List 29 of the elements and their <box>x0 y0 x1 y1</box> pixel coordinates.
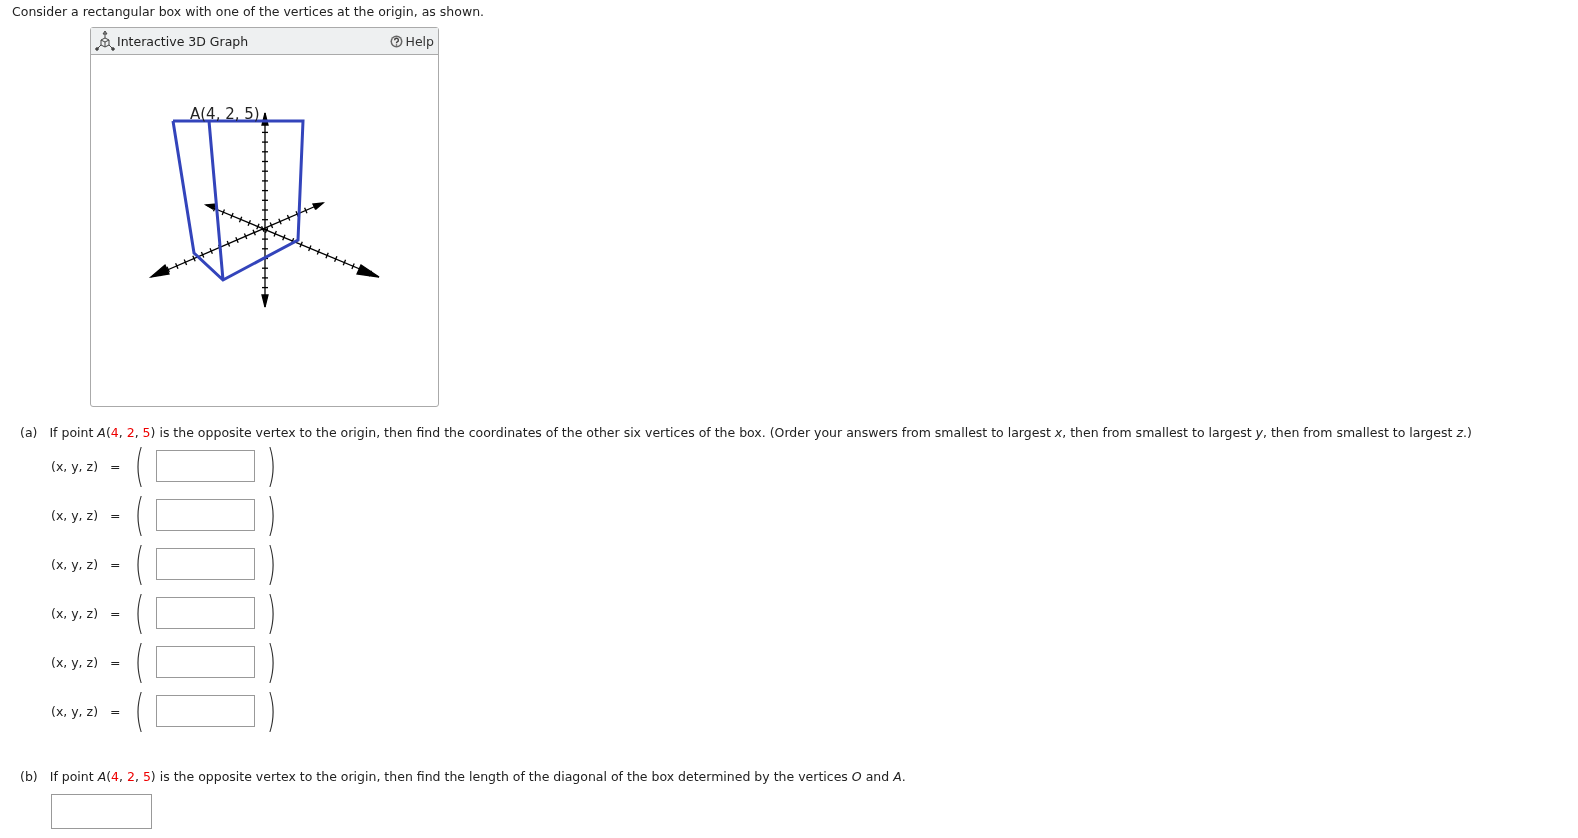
coordinate-label: (x, y, z) <box>51 654 98 670</box>
answer-field[interactable] <box>51 794 152 829</box>
equals-sign: = <box>110 605 121 621</box>
equals-sign: = <box>110 654 121 670</box>
panel-title: Interactive 3D Graph <box>117 33 250 49</box>
answer-field[interactable] <box>156 695 256 727</box>
equals-sign: = <box>110 556 121 572</box>
cube-axes-icon <box>95 31 115 51</box>
help-icon <box>389 34 403 48</box>
equals-sign: = <box>110 458 121 474</box>
answer-field[interactable] <box>156 646 256 678</box>
coordinate-label: (x, y, z) <box>51 556 98 572</box>
part-marker: (b) <box>20 769 38 784</box>
answer-field[interactable] <box>156 499 256 531</box>
question-text: If point A(4, 2, 5) is the opposite vertex to the origin, then find the coordinates of the other six vertices of the box. (Order your answers from smallest to largest x, then from smallest to largest y, then from smallest to largest z.) <box>49 425 1472 440</box>
point-label: A(4, 2, 5) <box>190 105 260 123</box>
answer-field[interactable] <box>156 450 256 482</box>
coordinate-label: (x, y, z) <box>51 458 98 474</box>
help-button[interactable]: Help <box>389 33 434 49</box>
part-marker: (a) <box>20 425 38 440</box>
coordinate-label: (x, y, z) <box>51 703 98 719</box>
answer-field[interactable] <box>156 548 256 580</box>
answer-field[interactable] <box>156 597 256 629</box>
coordinate-label: (x, y, z) <box>51 507 98 523</box>
equals-sign: = <box>110 703 121 719</box>
coordinate-label: (x, y, z) <box>51 605 98 621</box>
intro-text: Consider a rectangular box with one of the vertices at the origin, as shown. <box>12 4 486 19</box>
equals-sign: = <box>110 507 121 523</box>
question-text: If point A(4, 2, 5) is the opposite vertex to the origin, then find the length of the diagonal of the box determined by the vertices O and A. <box>49 769 906 784</box>
